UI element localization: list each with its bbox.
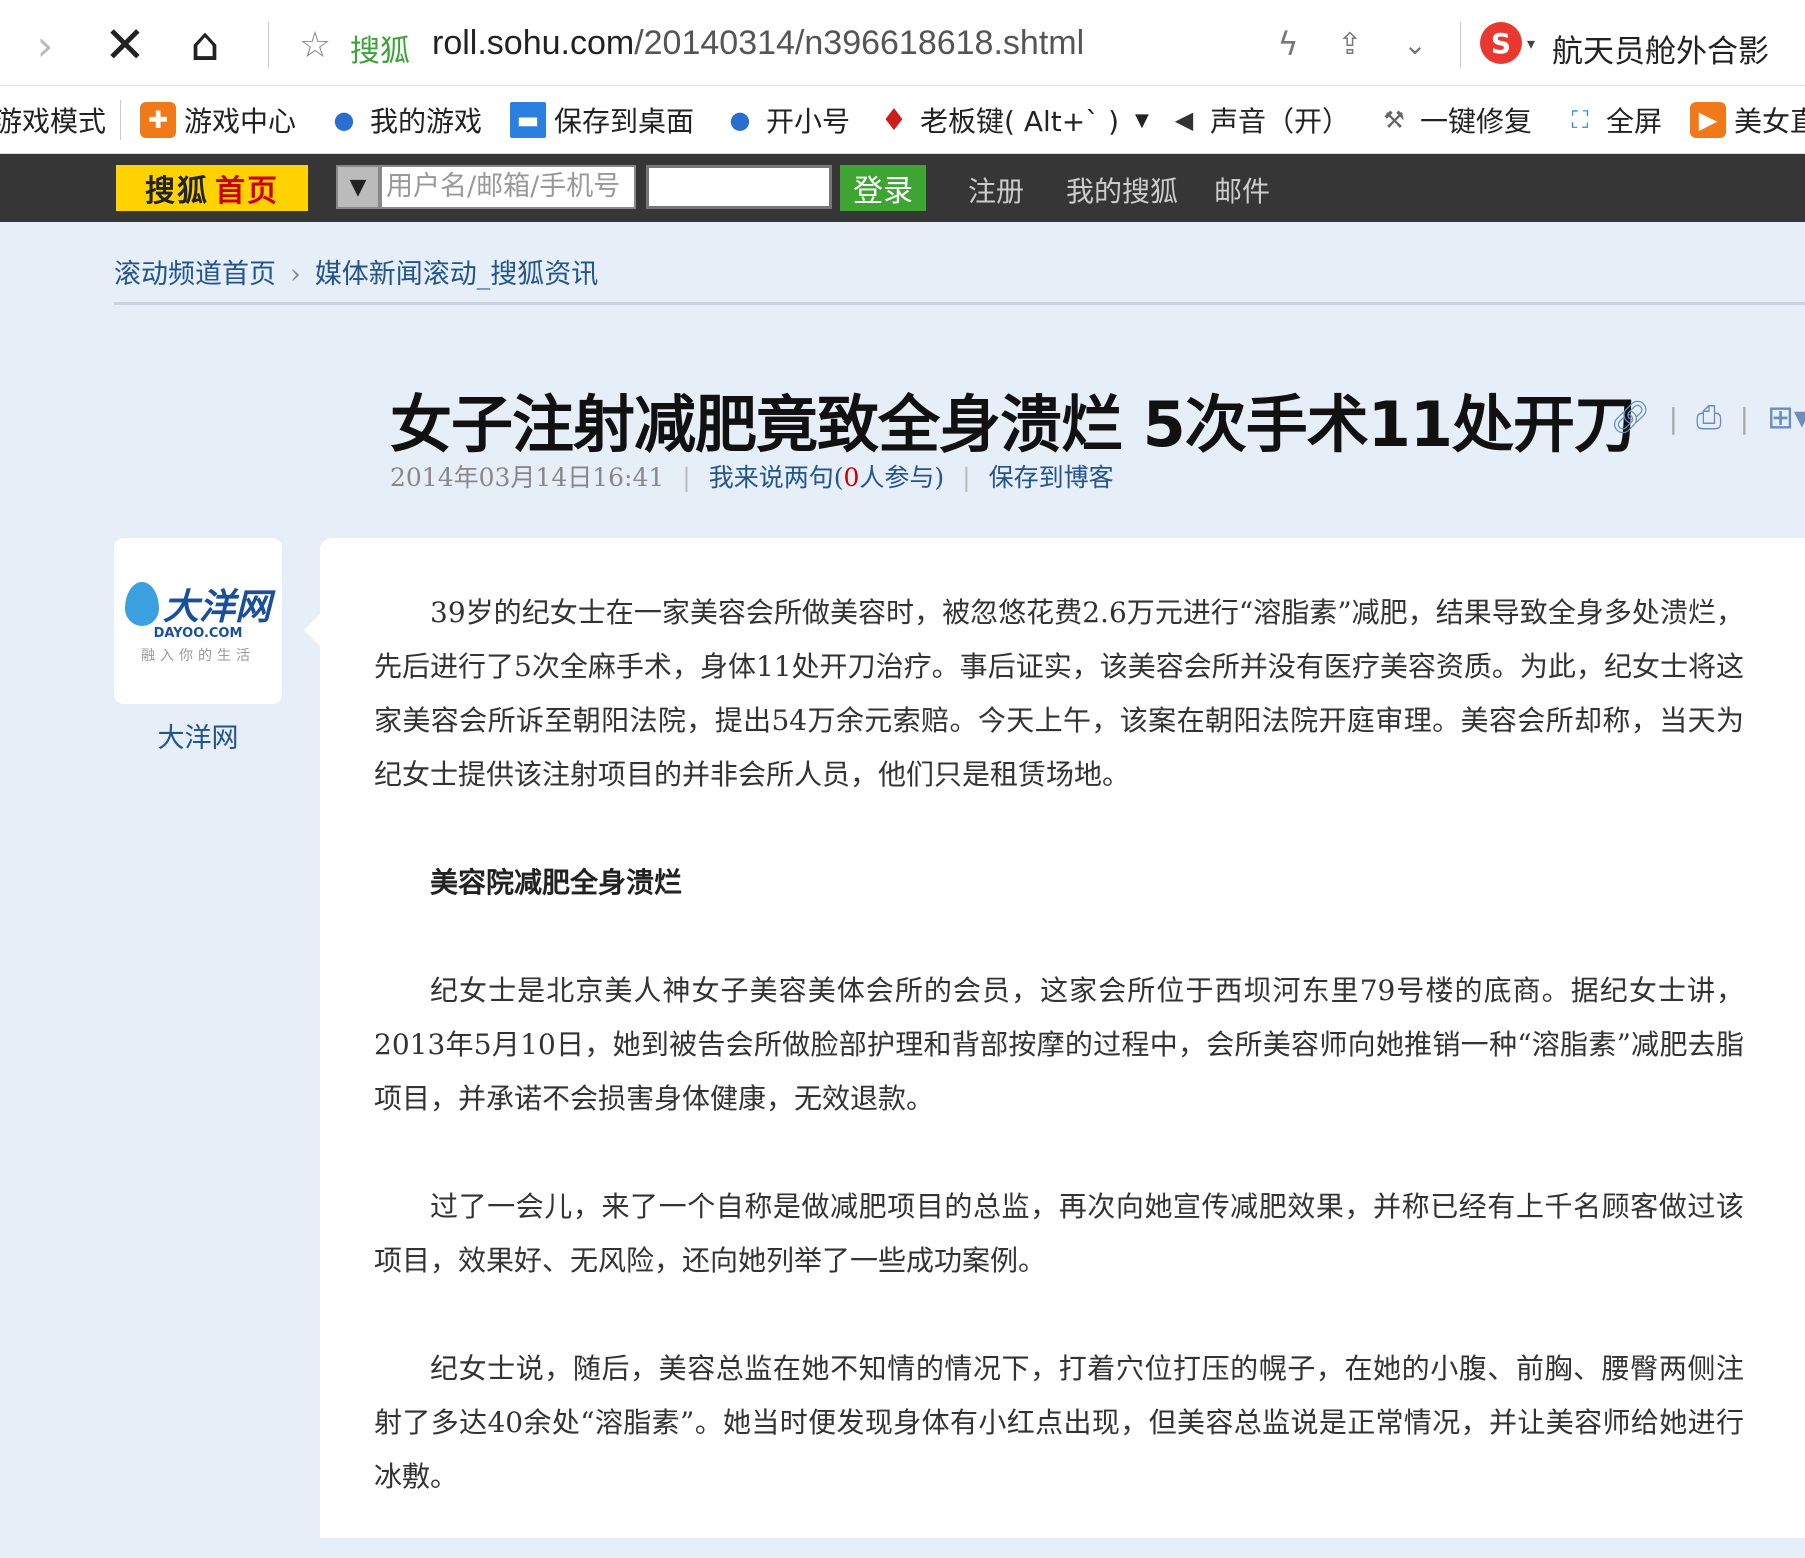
tool-label: 老板键( Alt+` )	[920, 105, 1120, 138]
users-icon: ●	[729, 106, 751, 134]
register-link[interactable]: 注册	[968, 170, 1024, 210]
chevron-down-icon[interactable]: ⌄	[1395, 24, 1435, 64]
tool-boss-key[interactable]: ♦ 老板键( Alt+` ) ▼	[876, 100, 1149, 140]
tool-label: 声音（开）	[1210, 105, 1351, 138]
tool-alt-account[interactable]: ● 开小号	[722, 100, 851, 140]
source-logo-text: 大洋网	[162, 586, 271, 628]
url-host: roll.sohu.com	[432, 24, 635, 62]
flash-icon[interactable]: ϟ	[1268, 24, 1308, 64]
tool-label: 开小号	[766, 105, 851, 138]
user-icon: ●	[333, 106, 355, 134]
water-drop-icon	[124, 581, 159, 626]
section-heading: 美容院减肥全身溃烂	[430, 866, 683, 899]
paragraph: 纪女士说，随后，美容总监在她不知情的情况下，打着穴位打压的幌子，在她的小腹、前胸…	[374, 1352, 1744, 1493]
divider	[268, 22, 269, 68]
hot-search-text[interactable]: 航天员舱外合影	[1552, 26, 1769, 71]
tool-label: 一键修复	[1420, 105, 1533, 138]
login-button[interactable]: 登录	[840, 165, 926, 211]
source-name[interactable]: 大洋网	[114, 716, 282, 755]
tool-save-desktop[interactable]: ▬ 保存到桌面	[510, 100, 694, 140]
article-meta: 2014年03月14日16:41 | 我来说两句(0人参与) | 保存到博客	[390, 458, 1114, 494]
username-input[interactable]: 用户名/邮箱/手机号	[380, 165, 636, 209]
engine-dropdown-icon[interactable]: ▾	[1520, 28, 1542, 58]
home-icon[interactable]: ⌂	[175, 16, 235, 72]
wrench-icon: ⚒	[1383, 106, 1405, 134]
breadcrumb-current-link[interactable]: 媒体新闻滚动_搜狐资讯	[315, 259, 599, 290]
logo-home-text: 首页	[215, 174, 279, 209]
tool-label: 游戏中心	[184, 105, 297, 138]
comment-suffix: 人参与)	[859, 463, 945, 492]
site-label: 搜狐	[350, 34, 410, 69]
sohu-home-logo[interactable]: 搜狐 首页	[116, 165, 308, 211]
tool-label: 美女直	[1734, 105, 1805, 138]
comment-count: 0	[843, 463, 860, 492]
forward-icon[interactable]: ›	[20, 20, 70, 70]
tool-label: 全屏	[1606, 105, 1663, 138]
tool-game-center[interactable]: ✚ 游戏中心	[140, 100, 296, 140]
save-blog-link[interactable]: 保存到博客	[989, 463, 1114, 492]
tool-label: 保存到桌面	[554, 105, 695, 138]
gamepad-icon: ✚	[140, 102, 176, 138]
source-slogan: 融入你的生活	[141, 647, 255, 664]
tool-label: 游戏模式	[0, 105, 107, 138]
font-size-icon[interactable]: ⊞▾	[1767, 398, 1805, 436]
share-icon[interactable]: ⇪	[1330, 24, 1370, 64]
divider	[120, 100, 121, 140]
comment-prefix: 我来说两句(	[708, 463, 844, 492]
paragraph: 过了一会儿，来了一个自称是做减肥项目的总监，再次向她宣传减肥效果，并称已经有上千…	[374, 1190, 1744, 1277]
divider: |	[1739, 402, 1750, 435]
tool-game-mode[interactable]: 游戏模式	[0, 100, 106, 140]
speaker-icon: ◀	[1174, 106, 1194, 134]
source-logo[interactable]: 大洋网 DAYOO.COM 融入你的生活	[114, 538, 282, 704]
callout-notch	[304, 614, 320, 646]
article-title: 女子注射减肥竟致全身溃烂 5次手术11处开刀	[390, 388, 1636, 461]
video-icon: ▶	[1690, 102, 1726, 138]
address-bar: › ✕ ⌂ ☆ 搜狐 roll.sohu.com/20140314/n39661…	[0, 0, 1805, 86]
tool-my-games[interactable]: ● 我的游戏	[326, 100, 483, 140]
chevron-right-icon: ›	[290, 259, 301, 290]
tool-fullscreen[interactable]: ⛶ 全屏	[1562, 100, 1662, 140]
breadcrumb-home-link[interactable]: 滚动频道首页	[114, 259, 276, 290]
url-path: /20140314/n396618618.shtml	[634, 24, 1085, 62]
tie-icon: ♦	[880, 102, 908, 138]
tool-repair[interactable]: ⚒ 一键修复	[1376, 100, 1532, 140]
login-type-dropdown[interactable]: ▼	[336, 165, 380, 209]
print-icon[interactable]: ⎙	[1696, 398, 1722, 436]
tool-label: 我的游戏	[370, 105, 483, 138]
my-sohu-link[interactable]: 我的搜狐	[1066, 170, 1178, 210]
divider: |	[1668, 402, 1679, 435]
mail-link[interactable]: 邮件	[1214, 170, 1270, 210]
browser-toolbar: 游戏模式 ✚ 游戏中心 ● 我的游戏 ▬ 保存到桌面 ● 开小号 ♦ 老板键( Alt+`…	[0, 86, 1805, 154]
monitor-icon: ▬	[510, 102, 546, 138]
dayoo-logo: 大洋网	[124, 578, 271, 630]
paragraph: 纪女士是北京美人神女子美容美体会所的会员，这家会所位于西坝河东里79号楼的底商。…	[374, 974, 1744, 1115]
article-body: 39岁的纪女士在一家美容会所做美容时，被忽悠花费2.6万元进行“溶脂素”减肥，结…	[374, 586, 1744, 1558]
password-input[interactable]	[646, 165, 832, 209]
source-logo-sub: DAYOO.COM	[153, 625, 243, 641]
link-icon[interactable]: 🔗︎	[1610, 398, 1651, 436]
tool-sound[interactable]: ◀ 声音（开）	[1166, 100, 1350, 140]
breadcrumb: 滚动频道首页 › 媒体新闻滚动_搜狐资讯	[114, 252, 598, 291]
comment-link[interactable]: 我来说两句(0人参与)	[709, 463, 944, 492]
publish-date: 2014年03月14日16:41	[390, 463, 665, 492]
article-tools: 🔗︎ | ⎙ | ⊞▾	[1610, 398, 1805, 437]
sogou-search-icon[interactable]: S	[1480, 22, 1522, 64]
tool-beauty-live[interactable]: ▶美女直	[1690, 100, 1805, 140]
divider: |	[962, 463, 971, 492]
fullscreen-icon: ⛶	[1571, 106, 1589, 134]
stop-icon[interactable]: ✕	[95, 16, 155, 74]
divider	[114, 302, 1805, 305]
divider: |	[682, 463, 691, 492]
url-field[interactable]: roll.sohu.com/20140314/n396618618.shtml	[432, 24, 1084, 63]
paragraph: 39岁的纪女士在一家美容会所做美容时，被忽悠花费2.6万元进行“溶脂素”减肥，结…	[374, 596, 1744, 791]
sohu-login-bar: 搜狐 首页 ▼ 用户名/邮箱/手机号 登录 注册 我的搜狐 邮件	[0, 154, 1805, 222]
divider	[1460, 22, 1461, 68]
bookmark-star-icon[interactable]: ☆	[290, 22, 340, 68]
dropdown-arrow-icon[interactable]: ▼	[1135, 110, 1149, 131]
logo-text: 搜狐	[145, 174, 209, 209]
